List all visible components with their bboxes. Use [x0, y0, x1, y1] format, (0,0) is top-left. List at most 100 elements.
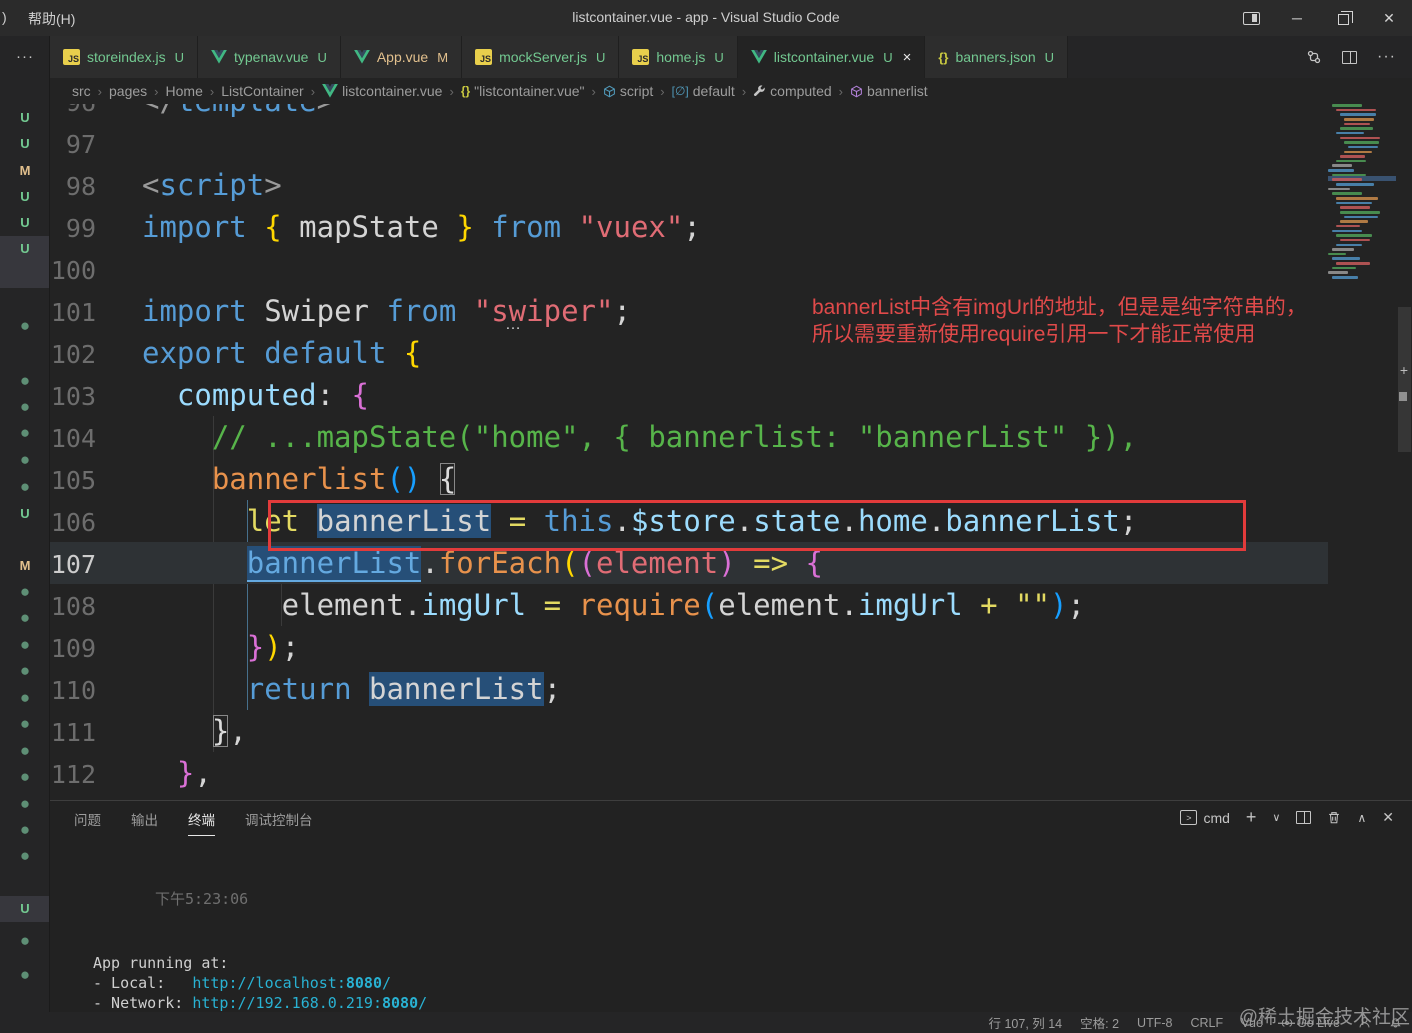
json-file-icon: {}: [938, 49, 949, 65]
status-item-UTF8[interactable]: UTF-8: [1137, 1013, 1172, 1032]
minimap-line: [1336, 234, 1372, 237]
tab-listcontainer.vue[interactable]: listcontainer.vue U ×: [737, 36, 926, 78]
line-number: 98: [65, 172, 96, 201]
sidebar-git-marker: M: [19, 558, 31, 573]
code-line-111[interactable]: 111 },: [50, 710, 1328, 752]
breadcrumb-item-script[interactable]: script: [603, 83, 653, 99]
tab-mockServer.js[interactable]: JS mockServer.js U: [462, 36, 620, 78]
sidebar-git-marker: ●: [19, 582, 31, 601]
split-editor-icon[interactable]: [1342, 50, 1358, 64]
code-line-98[interactable]: 98 <script>: [50, 164, 1328, 206]
more-actions-icon[interactable]: ···: [1377, 48, 1396, 66]
minimap-line: [1344, 117, 1374, 121]
tab-label: home.js: [656, 49, 706, 65]
panel-tab-输出[interactable]: 输出: [131, 809, 158, 836]
status-item-2[interactable]: 空格: 2: [1080, 1013, 1119, 1032]
terminal-line: App running at:: [93, 954, 229, 972]
braces-icon: {}: [460, 84, 471, 98]
minimap-line: [1332, 248, 1354, 251]
minimize-button[interactable]: ─: [1274, 0, 1320, 36]
code-line-108[interactable]: 108 element.imgUrl = require(element.img…: [50, 584, 1328, 626]
close-button[interactable]: ✕: [1366, 0, 1412, 36]
breadcrumb-label: listcontainer.vue: [342, 83, 443, 99]
breadcrumb-separator: ›: [97, 83, 103, 99]
code-line-103[interactable]: 103 computed: {: [50, 374, 1328, 416]
line-number: 100: [50, 256, 96, 285]
tab-typenav.vue[interactable]: typenav.vue U: [197, 36, 341, 78]
scrollbar-slider[interactable]: [1398, 307, 1411, 452]
status-bar: 行 107, 列 14 空格: 2 UTF-8 CRLF Vue Go Live: [0, 1012, 1412, 1033]
breadcrumb-item-src[interactable]: src: [72, 83, 91, 99]
panel-tab-调试控制台[interactable]: 调试控制台: [245, 809, 313, 836]
sidebar-git-marker: ●: [19, 741, 31, 760]
code-line-100[interactable]: 100: [50, 248, 1328, 290]
panel-tab-终端[interactable]: 终端: [188, 809, 215, 836]
code-line-106[interactable]: 106 let bannerList = this.$store.state.h…: [50, 500, 1328, 542]
tab-banners.json[interactable]: {} banners.json U: [925, 36, 1069, 78]
git-status-badge: U: [174, 49, 184, 65]
minimap-line: [1332, 192, 1362, 195]
minimap-line: [1328, 169, 1354, 172]
kill-terminal-icon[interactable]: [1327, 810, 1341, 825]
vue-file-icon: [322, 84, 338, 98]
sidebar-git-marker: ●: [19, 965, 31, 984]
code-line-97[interactable]: 97: [50, 122, 1328, 164]
split-terminal-icon[interactable]: [1296, 811, 1312, 824]
sidebar-git-marker: U: [20, 136, 30, 151]
minimap-line: [1336, 243, 1362, 247]
status-item-CRLF[interactable]: CRLF: [1190, 1013, 1223, 1032]
breadcrumb-item-Home[interactable]: Home: [166, 83, 203, 99]
tab-home.js[interactable]: JS home.js U: [619, 36, 738, 78]
minimap-line: [1336, 108, 1376, 112]
close-panel-icon[interactable]: ✕: [1382, 809, 1394, 826]
breadcrumb-item-computed[interactable]: computed: [753, 83, 832, 99]
terminal-output[interactable]: 下午5:23:06 App running at: - Local: http:/…: [50, 841, 1412, 1033]
explorer-sidebar[interactable]: ··· U U M U U U ● ● ● ● ● ● U M ● ● ● ● ● ● ● ● ● ● ● U ● ●: [0, 36, 50, 1012]
scrollbar-square-glyph: [1399, 392, 1407, 401]
close-tab-icon[interactable]: ×: [903, 49, 912, 66]
code-line-96[interactable]: 96</template>: [50, 104, 1328, 122]
minimap-line: [1340, 238, 1370, 242]
minimap-line: [1340, 206, 1370, 209]
code-line-107[interactable]: 107 bannerList.forEach((element) => {: [50, 542, 1328, 584]
breadcrumb-item-listcontainervue[interactable]: {} "listcontainer.vue": [461, 83, 585, 99]
breadcrumb-item-bannerlist[interactable]: bannerlist: [850, 83, 928, 99]
line-number: 107: [50, 550, 96, 579]
code-editor[interactable]: 96</template> 97 98<script>99import { mapS…: [50, 104, 1412, 800]
sidebar-selected-row: [0, 262, 49, 288]
restore-button[interactable]: [1320, 0, 1366, 36]
breadcrumb-item-default[interactable]: [∅] default: [672, 83, 735, 99]
code-line-112[interactable]: 112 },: [50, 752, 1328, 794]
code-line-105[interactable]: 105 bannerlist() {: [50, 458, 1328, 500]
breadcrumb-item-ListContainer[interactable]: ListContainer: [221, 83, 304, 99]
maximize-panel-icon[interactable]: ∧: [1357, 811, 1366, 825]
status-item-10714[interactable]: 行 107, 列 14: [988, 1013, 1062, 1032]
breadcrumb-item-listcontainervue[interactable]: listcontainer.vue: [322, 83, 442, 99]
minimap[interactable]: [1328, 104, 1396, 304]
code-line-99[interactable]: 99 import { mapState } from "vuex";: [50, 206, 1328, 248]
editor-scrollbar[interactable]: +: [1396, 104, 1412, 800]
open-changes-icon[interactable]: [1306, 49, 1322, 65]
minimap-line: [1340, 127, 1373, 130]
tab-storeindex.js[interactable]: JS storeindex.js U: [50, 36, 198, 78]
line-number: 103: [50, 382, 96, 411]
sidebar-git-marker: ●: [19, 371, 31, 390]
line-number: 112: [50, 760, 96, 789]
code-line-109[interactable]: 109 });: [50, 626, 1328, 668]
breadcrumb-label: computed: [770, 83, 832, 99]
breadcrumb-item-pages[interactable]: pages: [109, 83, 147, 99]
tab-App.vue[interactable]: App.vue M: [340, 36, 463, 78]
git-status-badge: U: [317, 49, 327, 65]
layout-toggle-icon[interactable]: [1228, 0, 1274, 36]
panel-tab-问题[interactable]: 问题: [74, 809, 101, 836]
sidebar-git-marker: ●: [19, 608, 31, 627]
vue-file-icon: [211, 50, 227, 64]
terminal-shell-selector[interactable]: > cmd: [1180, 810, 1230, 826]
new-terminal-icon[interactable]: +: [1246, 807, 1257, 828]
breadcrumb-label: ListContainer: [221, 83, 304, 99]
breadcrumb[interactable]: src › pages › Home › ListContainer › listcontain…: [50, 78, 1412, 104]
code-line-104[interactable]: 104 // ...mapState("home", { bannerlist:…: [50, 416, 1328, 458]
code-line-110[interactable]: 110 return bannerList;: [50, 668, 1328, 710]
sidebar-more-actions-icon[interactable]: ···: [0, 48, 50, 65]
terminal-dropdown-icon[interactable]: ∨: [1272, 811, 1280, 824]
